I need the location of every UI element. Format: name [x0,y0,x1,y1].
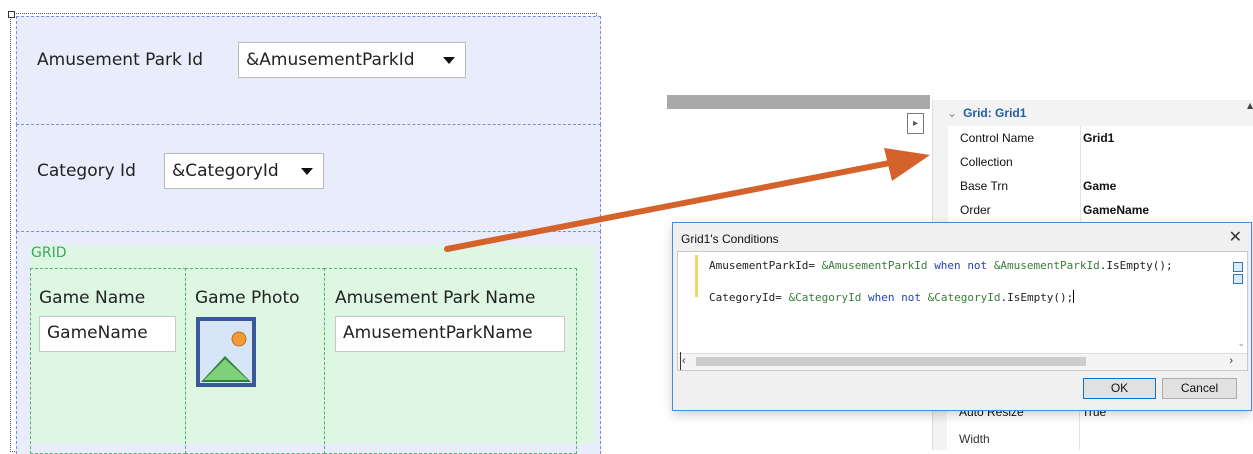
park-label: Amusement Park Id [37,50,204,70]
code-var: &AmusementParkId [993,259,1100,272]
code-var: &CategoryId [927,291,1001,304]
change-marker [695,255,698,297]
column-header: Amusement Park Name [335,288,536,308]
game-name-field[interactable]: GameName [39,316,176,352]
editor-tab-strip [667,95,930,109]
code-var: &CategoryId [788,291,862,304]
selection-handle[interactable] [8,11,15,18]
chevron-down-icon [443,57,455,64]
horizontal-scrollbar[interactable]: ‹ › [678,352,1247,370]
property-value: True [1082,410,1107,419]
property-row[interactable]: Auto Resize True [947,410,1253,429]
property-value: Game [1083,179,1117,193]
code-var: &AmusementParkId [821,259,928,272]
property-value: Grid1 [1083,131,1115,145]
image-placeholder-icon[interactable] [195,316,257,388]
code-line-2: CategoryId= &CategoryId when not &Catego… [709,290,1075,304]
category-combo[interactable]: &CategoryId [164,153,324,189]
property-row[interactable]: Width [947,428,1253,450]
code-keyword: when [867,291,895,304]
expand-arrow-icon[interactable]: ▸ [907,113,924,134]
category-combo-value: &CategoryId [172,161,279,181]
property-row[interactable]: Control Name Grid1 [948,126,1253,151]
park-combo-value: &AmusementParkId [246,50,415,70]
text-cursor [1073,290,1075,303]
park-filter-section: Amusement Park Id &AmusementParkId [16,16,601,125]
scroll-up-icon[interactable]: ▲ [1247,101,1253,110]
chevron-down-icon [301,168,313,175]
grid-title: GRID [31,245,67,261]
collapse-all-icon[interactable] [1233,262,1243,272]
property-value: GameName [1083,203,1150,217]
cancel-button[interactable]: Cancel [1162,378,1237,399]
conditions-editor[interactable]: AmusementParkId= &AmusementParkId when n… [677,251,1248,371]
dialog-title: Grid1's Conditions [681,232,779,246]
property-name: Control Name [960,131,1035,145]
column-header: Game Name [39,288,146,308]
code-suffix: .IsEmpty(); [1000,291,1074,304]
grid-column-game-name[interactable]: Game Name GameName [30,268,186,454]
property-name: Collection [960,155,1013,169]
ok-button[interactable]: OK [1083,378,1156,399]
code-suffix: .IsEmpty(); [1099,259,1173,272]
property-name: Width [959,432,990,446]
property-row[interactable]: Order GameName [948,198,1253,223]
chevron-down-icon: ⌄ [947,106,958,120]
section-title: Grid: Grid1 [963,106,1027,120]
conditions-dialog: Grid1's Conditions ✕ AmusementParkId= &A… [672,222,1252,411]
property-row[interactable]: Collection [948,150,1253,175]
vertical-scrollbar[interactable] [1233,256,1243,336]
property-name: Auto Resize [959,410,1024,419]
scroll-left-icon[interactable]: ‹ [682,355,686,367]
code-keyword: when [934,259,961,272]
property-row[interactable]: Base Trn Game [948,174,1253,199]
property-name: Base Trn [960,179,1009,193]
expand-all-icon[interactable] [1233,274,1243,284]
scroll-right-icon[interactable]: › [1229,355,1233,367]
code-attr: AmusementParkId= [709,259,815,272]
grid-column-amusement-park-name[interactable]: Amusement Park Name AmusementParkName [324,268,577,454]
code-keyword: not [967,259,988,272]
property-name: Order [960,203,991,217]
close-icon[interactable]: ✕ [1229,227,1242,247]
webpanel-designer: Amusement Park Id &AmusementParkId Categ… [8,11,601,454]
column-header: Game Photo [195,288,300,308]
code-attr: CategoryId= [709,291,782,304]
scroll-down-icon[interactable]: ⌄ [1237,338,1245,349]
park-combo[interactable]: &AmusementParkId [238,42,466,78]
category-label: Category Id [37,161,136,181]
scrollbar-thumb[interactable] [696,357,1086,366]
grid-column-game-photo[interactable]: Game Photo [185,268,325,454]
properties-section-header[interactable]: ⌄ Grid: Grid1 [947,106,1026,120]
amusement-park-name-field[interactable]: AmusementParkName [335,316,565,352]
code-line-1: AmusementParkId= &AmusementParkId when n… [709,259,1173,272]
category-filter-section: Category Id &CategoryId [16,124,601,232]
code-keyword: not [901,291,921,304]
